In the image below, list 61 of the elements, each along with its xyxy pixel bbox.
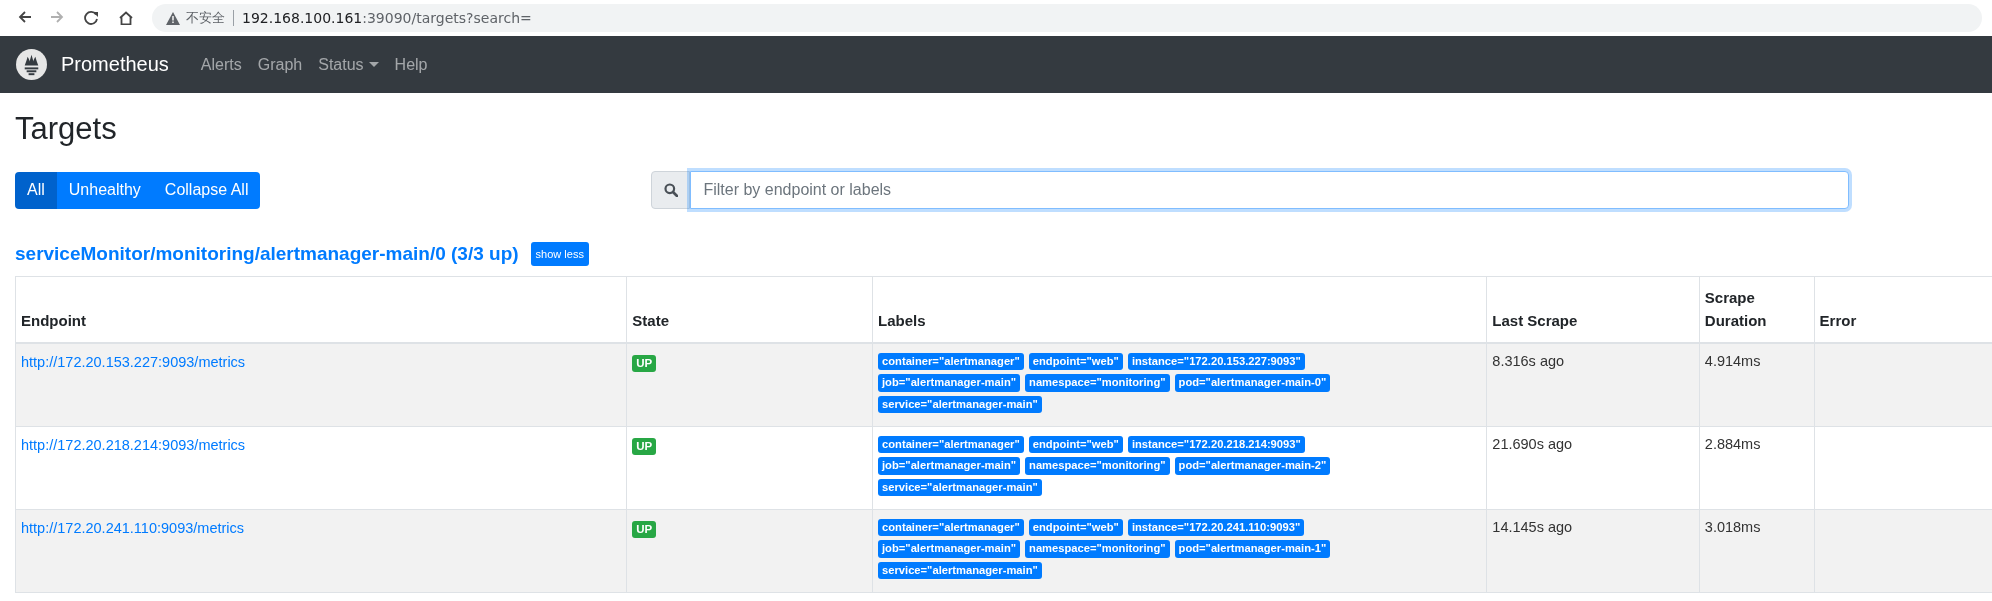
column-header: Last Scrape [1486, 276, 1700, 343]
warning-icon [166, 11, 180, 25]
label-badge: namespace="monitoring" [1025, 374, 1170, 392]
label-badge: endpoint="web" [1028, 435, 1123, 454]
column-header: Labels [872, 276, 1487, 343]
label-badge: service="alertmanager-main" [878, 561, 1042, 579]
brand-link[interactable]: Prometheus [61, 53, 169, 76]
label-badge: namespace="monitoring" [1025, 540, 1170, 558]
home-icon [118, 11, 134, 25]
page-title: Targets [15, 110, 117, 148]
nav-link[interactable]: Help [386, 47, 436, 82]
label-badge: service="alertmanager-main" [878, 395, 1042, 413]
label-badge: pod="alertmanager-main-0" [1174, 374, 1331, 392]
nav-dropdown[interactable]: Status [310, 47, 387, 82]
filter-button[interactable]: Collapse All [152, 171, 261, 209]
label-badge: pod="alertmanager-main-2" [1174, 457, 1331, 475]
label-badge: pod="alertmanager-main-1" [1174, 540, 1331, 558]
state-badge: UP [632, 437, 657, 456]
label-badge: service="alertmanager-main" [878, 478, 1042, 496]
show-less-button[interactable]: show less [530, 242, 589, 267]
table-cell: 8.316s ago [1486, 342, 1700, 427]
label-badge: job="alertmanager-main" [878, 540, 1021, 558]
column-header: Endpoint [15, 276, 627, 343]
column-header: State [626, 276, 873, 343]
nav-link[interactable]: Alerts [192, 47, 250, 82]
label-badge: container="alertmanager" [878, 352, 1024, 371]
table-cell: 3.018ms [1699, 509, 1815, 593]
label-badge: job="alertmanager-main" [878, 374, 1021, 392]
label-badge: instance="172.20.218.214:9093" [1127, 435, 1305, 454]
endpoint-link[interactable]: http://172.20.153.227:9093/metrics [21, 353, 246, 370]
label-badge: namespace="monitoring" [1025, 457, 1170, 475]
endpoint-link[interactable]: http://172.20.241.110:9093/metrics [21, 519, 245, 536]
reload-icon [84, 11, 100, 25]
label-badge: endpoint="web" [1028, 518, 1123, 537]
url-text: 192.168.100.161:39090/targets?search= [242, 10, 532, 26]
column-header: Scrape Duration [1699, 276, 1815, 343]
column-header: Error [1814, 276, 1992, 343]
filter-button[interactable]: All [15, 171, 57, 209]
label-badge: container="alertmanager" [878, 435, 1024, 454]
endpoint-link[interactable]: http://172.20.218.214:9093/metrics [21, 436, 246, 453]
table-cell: 21.690s ago [1486, 426, 1700, 510]
label-badge: container="alertmanager" [878, 518, 1024, 537]
flame-logo-icon [16, 49, 47, 80]
table-cell: 4.914ms [1699, 342, 1815, 427]
nav-link[interactable]: Graph [249, 47, 311, 82]
state-badge: UP [632, 354, 657, 373]
label-badge: job="alertmanager-main" [878, 457, 1021, 475]
label-badge: instance="172.20.153.227:9093" [1127, 352, 1305, 371]
arrow-icon [16, 11, 32, 25]
search-icon [663, 183, 678, 198]
state-badge: UP [632, 520, 657, 539]
label-badge: instance="172.20.241.110:9093" [1127, 518, 1305, 537]
arrow-icon [50, 11, 66, 25]
filter-button[interactable]: Unhealthy [56, 171, 153, 209]
address-bar[interactable]: 不安全 192.168.100.161:39090/targets?search= [152, 4, 1982, 32]
pool-title-link[interactable]: serviceMonitor/monitoring/alertmanager-main/0 (3/3 up) [15, 243, 519, 266]
security-label: 不安全 [186, 9, 225, 27]
table-cell: 14.145s ago [1486, 509, 1700, 593]
label-badge: endpoint="web" [1028, 352, 1123, 371]
filter-field[interactable]: Filter by endpoint or labels [690, 171, 1850, 210]
table-cell: 2.884ms [1699, 426, 1815, 510]
